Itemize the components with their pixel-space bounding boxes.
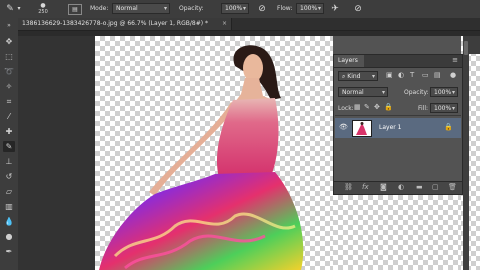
layers-tab-label: Layers [338, 57, 358, 64]
layer-row[interactable]: 👁 Layer 1 🔒 [335, 118, 461, 138]
new-layer-icon[interactable]: ▢ [432, 183, 439, 191]
brush-tool-icon[interactable]: ✎ [4, 2, 16, 15]
chevron-down-icon: ▾ [451, 105, 455, 112]
mode-value: Normal [116, 5, 138, 12]
dodge-tool-icon[interactable]: ● [3, 231, 15, 242]
chevron-down-icon: ▾ [451, 89, 455, 96]
layer-opacity-field[interactable]: 100% ▾ [430, 87, 458, 97]
adjustment-filter-icon[interactable]: ◐ [398, 71, 404, 79]
tools-panel: » ✥ ⬚ ➰ ✧ ⌗ ⁄ ✚ ✎ ⊥ ↺ ▱ ▥ 💧 ● ✒ [0, 18, 19, 270]
clone-stamp-tool-icon[interactable]: ⊥ [3, 156, 15, 167]
chevron-down-icon: ▾ [371, 73, 375, 80]
flow-field[interactable]: 100% ▾ [296, 3, 324, 14]
fill-value: 100% [434, 105, 452, 112]
lock-all-icon[interactable]: 🔒 [384, 103, 393, 111]
shape-filter-icon[interactable]: ▭ [422, 71, 429, 79]
flow-value: 100% [300, 5, 318, 12]
blend-mode-value: Normal [342, 89, 364, 96]
dock-strip [469, 36, 480, 54]
pen-tool-icon[interactable]: ✒ [3, 246, 15, 257]
panel-menu-icon[interactable]: ≡ [452, 56, 458, 64]
layer-name: Layer 1 [379, 124, 402, 131]
quick-select-tool-icon[interactable]: ✧ [3, 81, 15, 92]
layer-opacity-label: Opacity: [404, 89, 429, 96]
brush-preset-picker[interactable]: ● 250 [27, 2, 59, 15]
layer-opacity-value: 100% [434, 89, 452, 96]
eyedropper-tool-icon[interactable]: ⁄ [3, 111, 15, 122]
chevron-down-icon: ▾ [381, 89, 385, 96]
pressure-opacity-icon[interactable]: ⊘ [256, 2, 268, 15]
brush-tool-icon[interactable]: ✎ [3, 141, 15, 152]
chevron-down-icon: ▾ [242, 5, 246, 12]
lasso-tool-icon[interactable]: ➰ [3, 66, 15, 77]
filter-toggle-icon[interactable]: ● [450, 71, 456, 79]
group-folder-icon[interactable]: ▬ [416, 183, 423, 191]
marquee-tool-icon[interactable]: ⬚ [3, 51, 15, 62]
move-tool-icon[interactable]: ✥ [3, 36, 15, 47]
adjustment-icon[interactable]: ◐ [398, 183, 404, 191]
canvas-image-woman [99, 45, 304, 270]
link-icon[interactable]: ⛓ [344, 183, 353, 191]
trash-icon[interactable]: 🗑 [448, 183, 457, 191]
type-filter-icon[interactable]: T [410, 71, 414, 79]
eraser-tool-icon[interactable]: ▱ [3, 186, 15, 197]
history-brush-tool-icon[interactable]: ↺ [3, 171, 15, 182]
brush-panel-icon[interactable]: ▤ [68, 4, 82, 15]
fill-field[interactable]: 100% ▾ [430, 103, 458, 113]
fx-icon[interactable]: fx [362, 183, 369, 191]
kind-filter-value: Kind [347, 73, 361, 80]
opacity-field[interactable]: 100% ▾ [221, 3, 249, 14]
layers-panel-header: Layers ≡ [334, 55, 462, 68]
visibility-eye-icon[interactable]: 👁 [339, 123, 348, 131]
chevron-down-icon: ▾ [163, 5, 167, 12]
mode-dropdown[interactable]: Normal ▾ [112, 3, 170, 14]
layers-tab[interactable]: Layers [334, 55, 364, 67]
layers-panel-footer: ⛓ fx ◙ ◐ ▬ ▢ 🗑 [334, 181, 462, 194]
lock-label: Lock: [338, 105, 354, 112]
layer-thumbnail-image [356, 122, 367, 135]
blend-mode-dropdown[interactable]: Normal ▾ [338, 87, 388, 97]
lock-image-icon[interactable]: ✎ [364, 103, 370, 111]
lock-transparent-icon[interactable]: ▦ [354, 103, 361, 111]
pasteboard [18, 36, 95, 270]
lock-position-icon[interactable]: ✥ [374, 103, 380, 111]
layer-list-top-divider [335, 115, 461, 116]
document-canvas-lower-right[interactable] [333, 195, 461, 270]
dropdown-arrow-icon[interactable]: ▾ [16, 2, 22, 15]
document-tab[interactable]: 1386136629-1383426778-o.jpg @ 66.7% (Lay… [18, 18, 232, 30]
brush-size-value: 250 [38, 8, 48, 15]
smart-object-filter-icon[interactable]: ▤ [434, 71, 441, 79]
options-bar: ✎ ▾ ● 250 ▤ Mode: Normal ▾ Opacity: 100% ▾… [0, 0, 480, 19]
layer-lock-icon: 🔒 [444, 123, 453, 131]
blur-tool-icon[interactable]: 💧 [3, 216, 15, 227]
document-tab-bar: 1386136629-1383426778-o.jpg @ 66.7% (Lay… [18, 18, 480, 31]
opacity-value: 100% [225, 5, 243, 12]
document-tab-title: 1386136629-1383426778-o.jpg @ 66.7% (Lay… [22, 20, 208, 27]
collapse-arrows-icon[interactable]: » [3, 20, 15, 31]
gradient-tool-icon[interactable]: ▥ [3, 201, 15, 212]
pressure-size-icon[interactable]: ⊘ [352, 2, 364, 15]
chevron-down-icon: ▾ [317, 5, 321, 12]
flow-label: Flow: [277, 5, 293, 12]
mode-label: Mode: [90, 5, 109, 12]
close-icon[interactable]: × [222, 18, 227, 30]
kind-filter-dropdown[interactable]: ⌕ Kind ▾ [338, 71, 378, 81]
layer-thumbnail [352, 120, 372, 137]
airbrush-icon[interactable]: ✈ [329, 2, 341, 15]
face-shape [243, 54, 263, 82]
crop-tool-icon[interactable]: ⌗ [3, 96, 15, 107]
opacity-label: Opacity: [179, 5, 204, 12]
healing-brush-tool-icon[interactable]: ✚ [3, 126, 15, 137]
fill-label: Fill: [418, 105, 429, 112]
thumbnail-head [360, 122, 364, 125]
mask-icon[interactable]: ◙ [380, 183, 387, 191]
vertical-scrollbar[interactable] [463, 36, 469, 270]
pixel-filter-icon[interactable]: ▣ [386, 71, 393, 79]
scrollbar-handle[interactable] [464, 41, 468, 55]
layers-panel: Layers ≡ ⌕ Kind ▾ ▣ ◐ T ▭ ▤ ● Normal ▾ Opa… [333, 54, 463, 195]
